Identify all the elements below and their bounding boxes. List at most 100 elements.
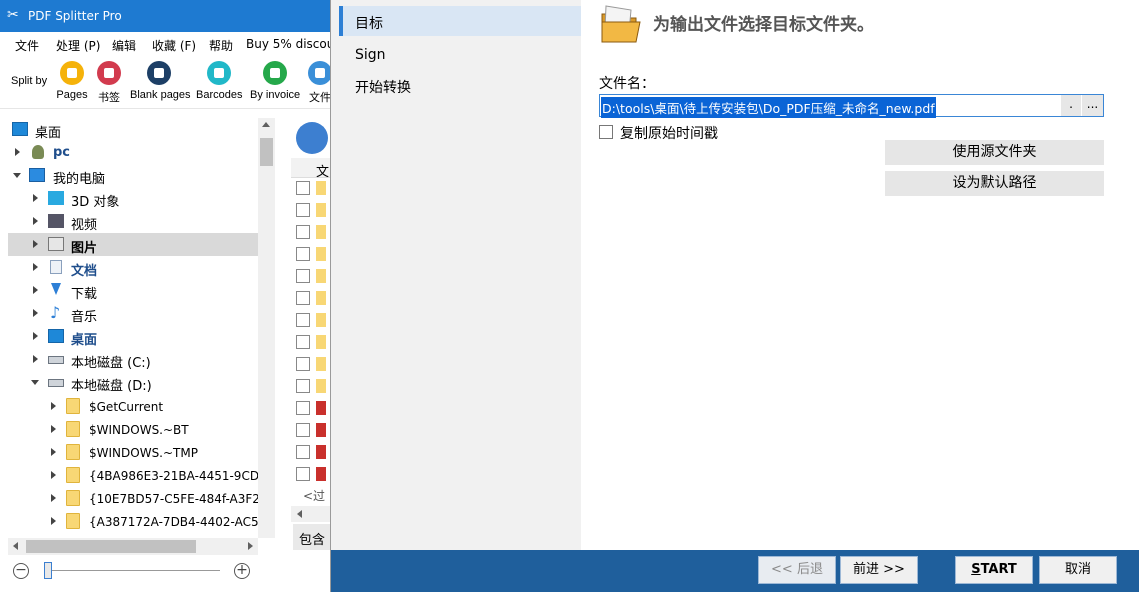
- file-list-horizontal-scrollbar[interactable]: [291, 506, 330, 522]
- file-row[interactable]: [296, 244, 330, 266]
- split-blank-pages-button[interactable]: Blank pages: [130, 61, 188, 101]
- expand-arrow-icon[interactable]: [51, 494, 56, 502]
- menu-file[interactable]: 文件: [15, 37, 39, 54]
- expand-arrow-icon[interactable]: [33, 309, 38, 317]
- tree-item-music[interactable]: ♪ 音乐: [8, 302, 258, 325]
- file-row[interactable]: [296, 200, 330, 222]
- scrollbar-thumb[interactable]: [260, 138, 273, 166]
- file-row[interactable]: [296, 464, 330, 486]
- file-row[interactable]: [296, 354, 330, 376]
- expand-arrow-icon[interactable]: [51, 425, 56, 433]
- filename-value[interactable]: D:\tools\桌面\待上传安装包\Do_PDF压缩_未命名_new.pdf: [601, 97, 936, 118]
- collapse-arrow-icon[interactable]: [31, 380, 39, 385]
- expand-arrow-icon[interactable]: [51, 517, 56, 525]
- file-row[interactable]: [296, 376, 330, 398]
- row-checkbox[interactable]: [296, 335, 310, 349]
- split-barcodes-button[interactable]: Barcodes: [196, 61, 242, 101]
- tree-horizontal-scrollbar[interactable]: [8, 538, 258, 555]
- split-bookmarks-button[interactable]: 书签: [95, 61, 123, 105]
- row-checkbox[interactable]: [296, 291, 310, 305]
- tree-item-folder[interactable]: {A387172A-7DB4-4402-AC54-: [8, 510, 258, 533]
- file-row[interactable]: [296, 178, 330, 200]
- step-start-conversion[interactable]: 开始转换: [339, 70, 581, 100]
- zoom-slider-thumb[interactable]: [44, 562, 52, 579]
- expand-arrow-icon[interactable]: [33, 263, 38, 271]
- scroll-left-icon[interactable]: [13, 542, 18, 550]
- tree-item-pictures[interactable]: 图片: [8, 233, 258, 256]
- row-checkbox[interactable]: [296, 313, 310, 327]
- folder-tree[interactable]: 桌面 pc 我的电脑 3D 对象 视频: [8, 118, 258, 538]
- include-button[interactable]: 包含: [293, 524, 330, 550]
- scrollbar-thumb[interactable]: [26, 540, 196, 553]
- collapse-arrow-icon[interactable]: [13, 173, 21, 178]
- row-checkbox[interactable]: [296, 445, 310, 459]
- tree-item-folder[interactable]: $WINDOWS.~BT: [8, 418, 258, 441]
- file-row[interactable]: [296, 310, 330, 332]
- row-checkbox[interactable]: [296, 181, 310, 195]
- tree-item-desktop[interactable]: 桌面: [8, 325, 258, 348]
- split-file-button[interactable]: 文件: [308, 61, 330, 105]
- row-checkbox[interactable]: [296, 357, 310, 371]
- expand-arrow-icon[interactable]: [33, 217, 38, 225]
- expand-arrow-icon[interactable]: [33, 286, 38, 294]
- tree-item-documents[interactable]: 文档: [8, 256, 258, 279]
- file-row[interactable]: [296, 222, 330, 244]
- cancel-button[interactable]: 取消: [1039, 556, 1117, 584]
- menu-edit[interactable]: 编辑: [112, 37, 136, 54]
- tree-item-drive-d[interactable]: 本地磁盘 (D:): [8, 371, 258, 394]
- zoom-out-icon[interactable]: −: [13, 563, 29, 579]
- tree-item-pc[interactable]: pc: [8, 141, 258, 164]
- split-pages-button[interactable]: Pages: [56, 61, 88, 101]
- back-button[interactable]: << 后退: [758, 556, 836, 584]
- copy-timestamp-checkbox[interactable]: [599, 125, 613, 139]
- row-checkbox[interactable]: [296, 247, 310, 261]
- expand-arrow-icon[interactable]: [51, 471, 56, 479]
- scroll-left-icon[interactable]: [297, 510, 302, 518]
- next-button[interactable]: 前进 >>: [840, 556, 918, 584]
- tree-item-downloads[interactable]: 下载: [8, 279, 258, 302]
- split-by-invoice-button[interactable]: By invoice: [250, 61, 300, 101]
- menu-buy-discount[interactable]: Buy 5% discount: [246, 37, 330, 51]
- expand-arrow-icon[interactable]: [33, 240, 38, 248]
- tree-item-folder[interactable]: {4BA986E3-21BA-4451-9CD0-: [8, 464, 258, 487]
- copy-timestamp-label[interactable]: 复制原始时间戳: [620, 123, 718, 143]
- row-checkbox[interactable]: [296, 379, 310, 393]
- edit-pen-icon[interactable]: [296, 122, 328, 154]
- zoom-in-icon[interactable]: +: [234, 563, 250, 579]
- file-row[interactable]: [296, 442, 330, 464]
- expand-arrow-icon[interactable]: [15, 148, 20, 156]
- use-source-folder-button[interactable]: 使用源文件夹: [885, 140, 1104, 165]
- filename-dot-button[interactable]: .: [1061, 95, 1081, 116]
- menu-help[interactable]: 帮助: [209, 37, 233, 54]
- expand-arrow-icon[interactable]: [33, 332, 38, 340]
- row-checkbox[interactable]: [296, 401, 310, 415]
- tree-item-3d-objects[interactable]: 3D 对象: [8, 187, 258, 210]
- expand-arrow-icon[interactable]: [33, 194, 38, 202]
- row-checkbox[interactable]: [296, 225, 310, 239]
- tree-item-my-computer[interactable]: 我的电脑: [8, 164, 258, 187]
- expand-arrow-icon[interactable]: [51, 448, 56, 456]
- row-checkbox[interactable]: [296, 269, 310, 283]
- tree-item-desktop-root[interactable]: 桌面: [8, 118, 258, 141]
- filename-input[interactable]: D:\tools\桌面\待上传安装包\Do_PDF压缩_未命名_new.pdf …: [599, 94, 1104, 117]
- zoom-track[interactable]: [44, 570, 220, 571]
- scroll-right-icon[interactable]: [248, 542, 253, 550]
- step-target[interactable]: 目标: [339, 6, 581, 36]
- step-sign[interactable]: Sign: [339, 40, 581, 70]
- tree-item-drive-c[interactable]: 本地磁盘 (C:): [8, 348, 258, 371]
- menu-process[interactable]: 处理 (P): [56, 37, 100, 54]
- tree-item-folder[interactable]: $WINDOWS.~TMP: [8, 441, 258, 464]
- file-row[interactable]: [296, 420, 330, 442]
- tree-vertical-scrollbar[interactable]: [258, 118, 275, 538]
- tree-item-folder[interactable]: {10E7BD57-C5FE-484f-A3F2-/: [8, 487, 258, 510]
- file-row[interactable]: [296, 266, 330, 288]
- row-checkbox[interactable]: [296, 423, 310, 437]
- set-default-path-button[interactable]: 设为默认路径: [885, 171, 1104, 196]
- file-row[interactable]: [296, 332, 330, 354]
- row-checkbox[interactable]: [296, 203, 310, 217]
- browse-button[interactable]: ...: [1082, 95, 1103, 116]
- scroll-up-icon[interactable]: [262, 122, 270, 127]
- expand-arrow-icon[interactable]: [33, 355, 38, 363]
- tree-item-videos[interactable]: 视频: [8, 210, 258, 233]
- start-button[interactable]: START: [955, 556, 1033, 584]
